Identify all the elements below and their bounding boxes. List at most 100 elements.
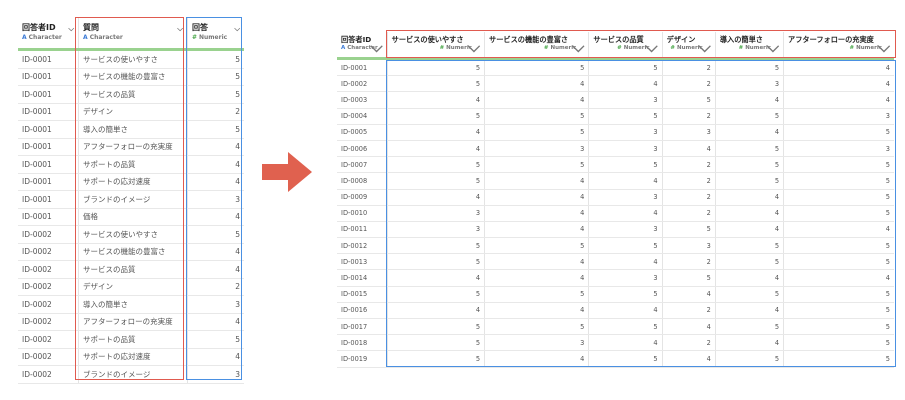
table-row: ID-0001 デザイン 2	[18, 103, 244, 121]
table-row: ID-0002 5 4 4 2 3 4	[337, 75, 894, 93]
table-cell: 4	[588, 302, 663, 320]
column-name: 回答者ID	[22, 23, 56, 32]
table-cell: 4	[386, 124, 485, 141]
table-cell: 5	[661, 269, 716, 287]
column-type: A Character	[83, 34, 183, 41]
table-row: ID-0002 導入の簡単さ 3	[18, 295, 244, 314]
chevron-down-icon[interactable]: ⌵	[878, 37, 890, 56]
table-row: ID-0002 アフターフォローの充実度 4	[18, 313, 244, 331]
table-cell: 4	[186, 348, 244, 366]
chevron-down-icon[interactable]: ⌵	[234, 24, 240, 34]
chevron-down-icon[interactable]: ⌵	[572, 37, 584, 56]
table-cell: 5	[783, 253, 894, 271]
column-header[interactable]: 回答者ID A Character ⌵	[18, 18, 79, 51]
table-cell: ID-0001	[18, 208, 79, 226]
table-cell: 3	[714, 75, 784, 93]
table-cell: ID-0011	[337, 221, 388, 239]
column-type: A Character	[22, 34, 74, 41]
table-cell: ブランドのイメージ	[78, 190, 188, 209]
table-cell: 導入の簡単さ	[78, 295, 188, 314]
column-header[interactable]: サービスの品質 # Numeric ⌵	[588, 32, 663, 60]
table-row: ID-0002 ブランドのイメージ 3	[18, 365, 244, 384]
column-header[interactable]: 回答 # Numeric ⌵	[186, 18, 244, 51]
table-row: ID-0002 サービスの機能の豊富さ 4	[18, 243, 244, 261]
column-header[interactable]: サービスの使いやすさ # Numeric ⌵	[386, 32, 485, 60]
table-row: ID-0006 4 3 3 4 5 3	[337, 140, 894, 158]
table-row: ID-0016 4 4 4 2 4 5	[337, 302, 894, 320]
column-name: サービスの機能の豊富さ	[489, 35, 569, 44]
numeric-type-icon: #	[617, 45, 622, 51]
column-header-content: アフターフォローの充実度 # Numeric ⌵	[788, 35, 890, 56]
chevron-down-icon[interactable]: ⌵	[68, 24, 74, 34]
table-cell: サポートの品質	[78, 155, 188, 174]
table-cell: 5	[186, 120, 244, 139]
table-cell: 2	[661, 58, 716, 77]
table-cell: 3	[186, 295, 244, 314]
table-cell: アフターフォローの充実度	[78, 138, 188, 156]
column-header-content: デザイン # Numeric ⌵	[667, 35, 711, 56]
table-cell: サポートの品質	[78, 330, 188, 349]
table-row: ID-0001 ブランドのイメージ 3	[18, 190, 244, 209]
table-cell: ID-0001	[337, 58, 388, 77]
column-header[interactable]: 質問 A Character ⌵	[78, 18, 188, 51]
table-cell: ID-0002	[18, 295, 79, 314]
table-cell: サービスの機能の豊富さ	[78, 243, 188, 261]
table-cell: 5	[588, 286, 663, 303]
chevron-down-icon[interactable]: ⌵	[645, 37, 657, 56]
table-cell: 4	[783, 58, 894, 77]
chevron-down-icon[interactable]: ⌵	[767, 37, 779, 56]
table-row: ID-0014 4 4 3 5 4 4	[337, 269, 894, 287]
table-cell: 4	[588, 172, 663, 190]
table-cell: ID-0006	[337, 140, 388, 158]
table-cell: 5	[386, 350, 485, 368]
column-header[interactable]: デザイン # Numeric ⌵	[661, 32, 716, 60]
chevron-down-icon[interactable]: ⌵	[699, 37, 711, 56]
table-cell: ID-0001	[18, 173, 79, 191]
table-cell: 5	[783, 172, 894, 190]
table-cell: ブランドのイメージ	[78, 365, 188, 384]
left-table-body: ID-0001 サービスの使いやすさ 5 ID-0001 サービスの機能の豊富さ 5 ID-…	[18, 49, 244, 384]
table-cell: ID-0013	[337, 253, 388, 271]
table-cell: 2	[661, 334, 716, 352]
table-cell: 5	[588, 350, 663, 368]
table-cell: 5	[484, 124, 589, 141]
table-cell: 4	[386, 269, 485, 287]
left-table-header-row: 回答者ID A Character ⌵ 質問 A Character ⌵ 回答 # Numeric ⌵	[18, 18, 244, 51]
table-row: ID-0001 サービスの機能の豊富さ 5	[18, 68, 244, 86]
table-row: ID-0002 デザイン 2	[18, 278, 244, 296]
table-cell: 3	[386, 221, 485, 239]
table-cell: 5	[588, 237, 663, 255]
table-cell: ID-0015	[337, 286, 388, 303]
table-cell: ID-0002	[18, 225, 79, 244]
column-name: 回答	[191, 23, 208, 32]
table-cell: 4	[186, 243, 244, 261]
table-cell: 4	[714, 205, 784, 222]
column-header-content: 回答者ID A Character ⌵	[22, 22, 74, 41]
table-cell: 5	[588, 58, 663, 77]
table-cell: 4	[661, 350, 716, 368]
table-row: ID-0015 5 5 5 4 5 5	[337, 286, 894, 303]
chevron-down-icon[interactable]: ⌵	[177, 24, 183, 34]
table-cell: ID-0002	[18, 243, 79, 261]
table-cell: 4	[783, 75, 894, 93]
table-cell: 3	[661, 237, 716, 255]
table-row: ID-0001 サービスの品質 5	[18, 85, 244, 104]
column-header[interactable]: アフターフォローの充実度 # Numeric ⌵	[783, 32, 894, 60]
table-cell: 4	[484, 221, 589, 239]
table-cell: 4	[661, 318, 716, 336]
table-cell: 4	[484, 205, 589, 222]
column-header[interactable]: サービスの機能の豊富さ # Numeric ⌵	[484, 32, 589, 60]
table-cell: 4	[588, 75, 663, 93]
column-header[interactable]: 導入の簡単さ # Numeric ⌵	[714, 32, 784, 60]
chevron-down-icon[interactable]: ⌵	[468, 37, 480, 56]
right-arrow-icon	[262, 152, 312, 192]
table-cell: 4	[484, 172, 589, 190]
table-row: ID-0011 3 4 3 5 4 4	[337, 221, 894, 239]
chevron-down-icon[interactable]: ⌵	[371, 37, 383, 56]
table-cell: 4	[714, 91, 784, 109]
table-cell: 2	[661, 108, 716, 125]
table-row: ID-0001 サービスの使いやすさ 5	[18, 49, 244, 69]
table-cell: 3	[661, 124, 716, 141]
numeric-type-icon: #	[738, 45, 744, 51]
column-header[interactable]: 回答者ID A Character ⌵	[337, 32, 388, 60]
